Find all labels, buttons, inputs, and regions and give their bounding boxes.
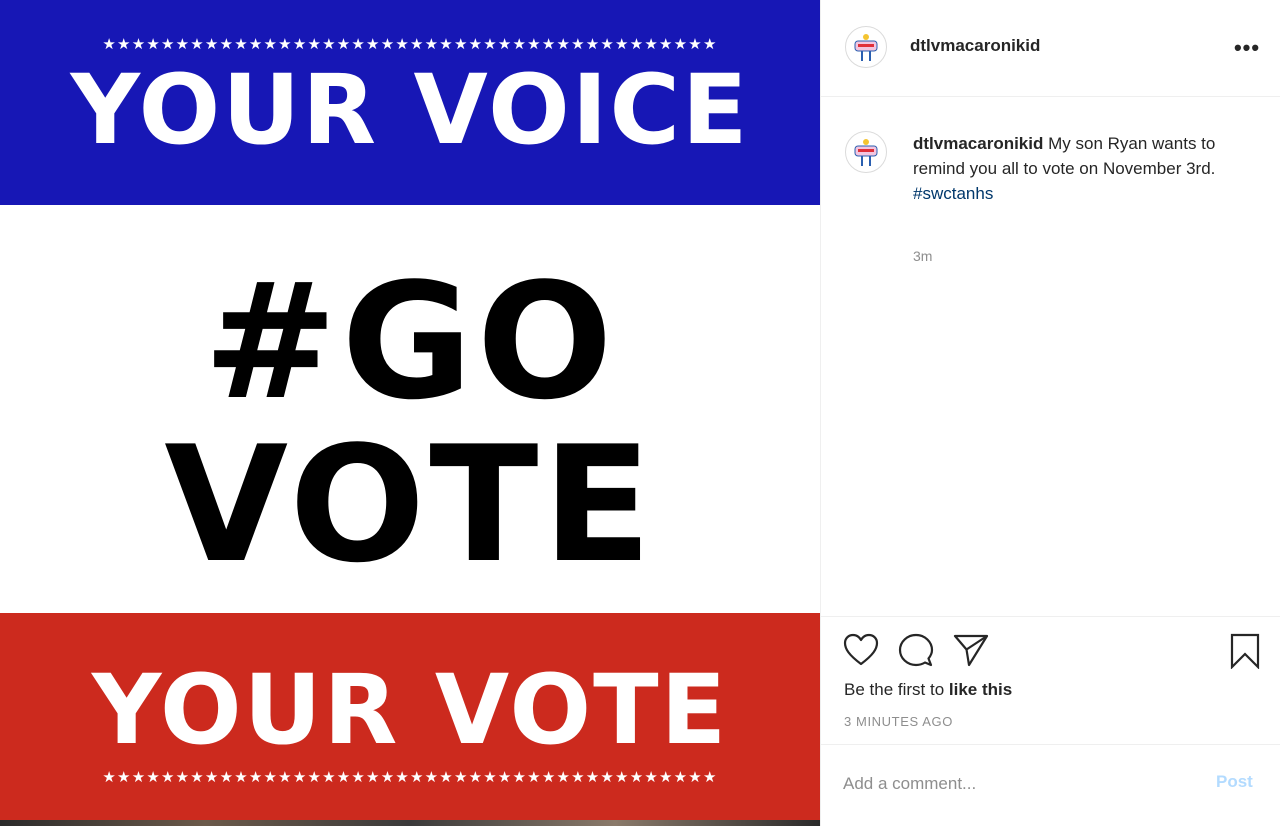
las-vegas-sign-icon bbox=[854, 139, 878, 166]
avatar[interactable] bbox=[845, 26, 887, 68]
post-image[interactable]: ★★★★★★★★★★★★★★★★★★★★★★★★★★★★★★★★★★★★★★★★… bbox=[0, 0, 820, 826]
post-side-panel: dtlvmacaronikid ••• dtlvmacaronikid My s… bbox=[820, 0, 1280, 826]
headline-go: #GO bbox=[203, 248, 617, 435]
likes-prefix: Be the first to bbox=[844, 680, 949, 699]
likes-summary: Be the first to like this bbox=[844, 680, 1012, 700]
headline-vote: VOTE bbox=[164, 411, 656, 598]
image-bottom-edge bbox=[0, 820, 820, 826]
more-options-icon[interactable]: ••• bbox=[1231, 34, 1263, 62]
comment-bubble-icon[interactable] bbox=[898, 633, 934, 667]
like-this-link[interactable]: like this bbox=[949, 680, 1012, 699]
banner-your-vote: YOUR VOTE bbox=[91, 654, 729, 766]
caption-timestamp[interactable]: 3m bbox=[913, 248, 932, 264]
comment-input[interactable] bbox=[843, 768, 1193, 800]
hashtag-link[interactable]: #swctanhs bbox=[913, 181, 1265, 206]
caption-username[interactable]: dtlvmacaronikid bbox=[913, 134, 1043, 153]
caption-avatar[interactable] bbox=[845, 131, 887, 173]
las-vegas-sign-icon bbox=[854, 34, 878, 61]
post-actions: Be the first to like this 3 MINUTES AGO bbox=[821, 616, 1280, 745]
stars-row-bottom: ★★★★★★★★★★★★★★★★★★★★★★★★★★★★★★★★★★★★★★★★… bbox=[102, 768, 718, 786]
post-header: dtlvmacaronikid ••• bbox=[821, 0, 1280, 97]
heart-icon[interactable] bbox=[843, 633, 879, 667]
stars-row-top: ★★★★★★★★★★★★★★★★★★★★★★★★★★★★★★★★★★★★★★★★… bbox=[102, 35, 718, 53]
share-paper-plane-icon[interactable] bbox=[953, 633, 989, 667]
banner-your-voice: YOUR VOICE bbox=[70, 54, 750, 166]
caption: dtlvmacaronikid My son Ryan wants to rem… bbox=[913, 131, 1265, 206]
header-username[interactable]: dtlvmacaronikid bbox=[910, 36, 1040, 56]
post-comment-button[interactable]: Post bbox=[1216, 772, 1253, 792]
bookmark-icon[interactable] bbox=[1229, 633, 1261, 669]
post-time-ago[interactable]: 3 MINUTES AGO bbox=[844, 714, 953, 729]
